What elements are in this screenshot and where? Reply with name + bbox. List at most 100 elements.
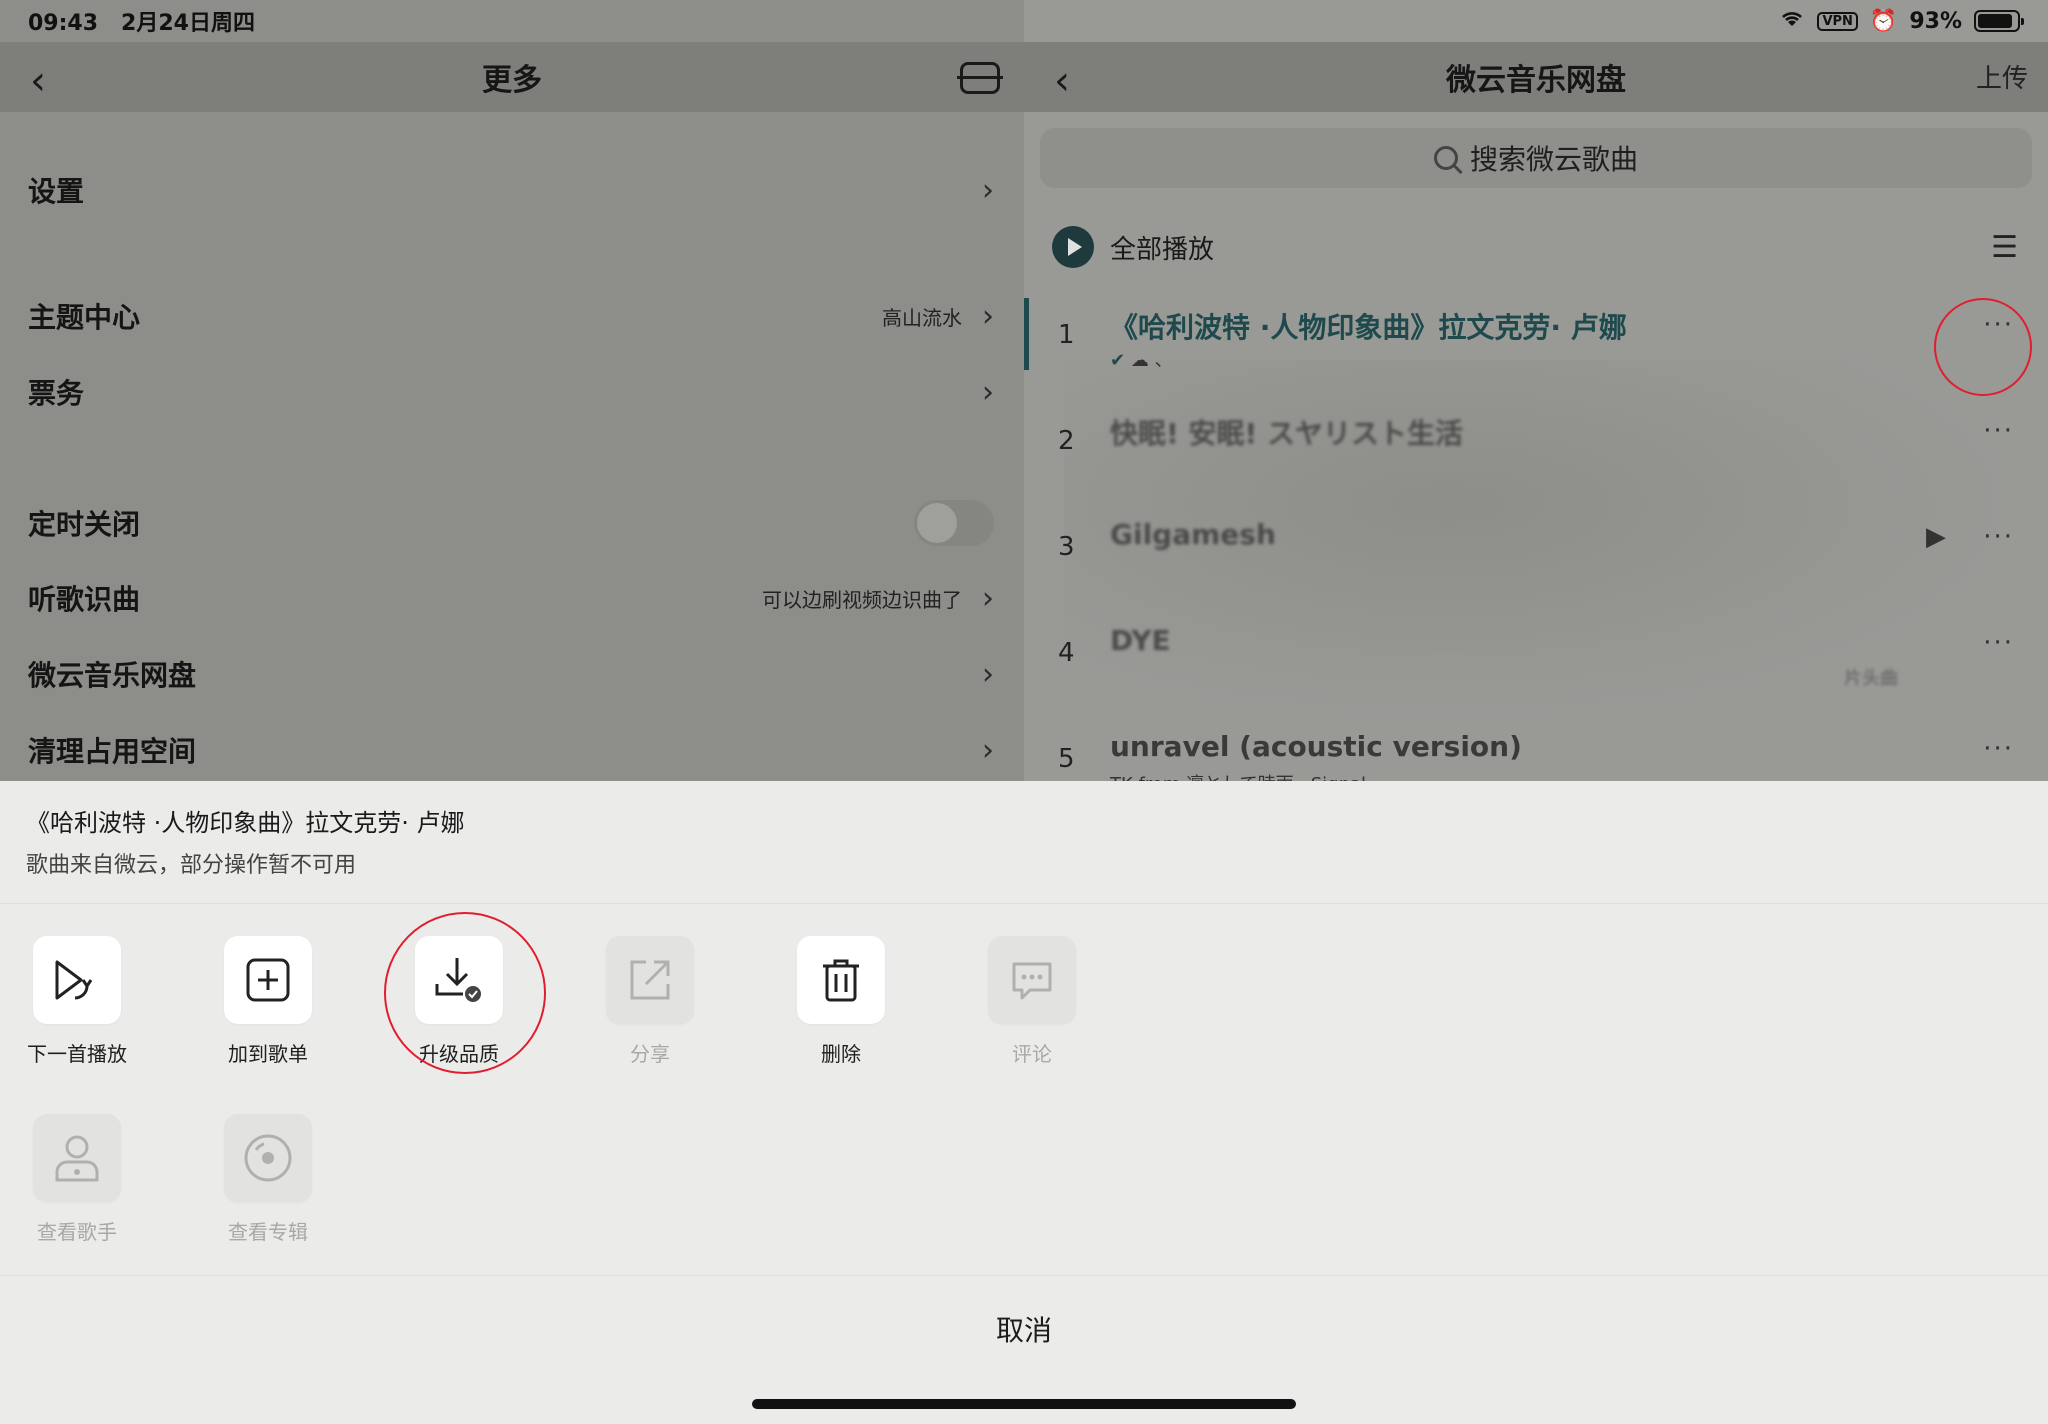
chevron-right-icon: › [982,656,994,692]
downloaded-check-icon: ✔ [1110,350,1126,371]
song-name: 《哈利波特 ·人物印象曲》拉文克劳· 卢娜 [1110,311,1627,344]
sleep-timer-toggle[interactable] [914,500,994,546]
status-left: 09:43 2月24日周四 [28,5,255,37]
more-navbar: ‹ 更多 [0,42,1024,112]
play-all-button[interactable]: 全部播放 [1052,226,1214,268]
video-icon[interactable]: ▶ [1926,522,1948,552]
more-icon[interactable]: ··· [1983,522,2014,552]
scan-icon [957,62,1003,94]
settings-row-weiyun[interactable]: 微云音乐网盘 › [28,654,994,694]
comment-icon [988,936,1076,1024]
trash-icon [797,936,885,1024]
search-placeholder: 搜索微云歌曲 [1469,143,1638,176]
alarm-icon: ⏰ [1869,8,1898,34]
add-to-playlist-icon [224,936,312,1024]
action-label: 删除 [821,1042,861,1066]
row-label: 微云音乐网盘 [28,659,197,692]
back-chevron-icon[interactable]: ‹ [1054,58,1070,104]
song-sub: 片头曲 [1844,668,1898,689]
status-right: VPN ⏰ 93% [1779,8,2024,34]
highlight-ring-upgrade [384,912,546,1074]
row-value: 高山流水 [882,305,962,330]
row-label: 清理占用空间 [28,735,197,768]
song-name: unravel (acoustic version) [1110,730,1522,763]
play-all-label: 全部播放 [1110,234,1215,265]
more-icon[interactable]: ··· [1983,628,2014,658]
action-add-to-playlist[interactable]: 加到歌单 [203,936,333,1067]
song-row[interactable]: 3 Gilgamesh ▶ ··· [1024,512,2048,612]
cloud-icon: ☁ [1130,350,1149,371]
divider [0,1275,2048,1276]
vpn-badge: VPN [1817,11,1858,31]
song-number: 1 [1058,320,1075,350]
settings-row-tickets[interactable]: 票务 › [28,372,994,412]
action-label: 分享 [630,1042,670,1066]
scan-button[interactable] [957,62,1003,94]
action-play-next[interactable]: 下一首播放 [12,936,142,1067]
album-icon [224,1114,312,1202]
song-number: 3 [1058,532,1075,562]
settings-row-theme[interactable]: 主题中心 高山流水 › [28,296,994,336]
highlight-ring-more [1934,298,2032,396]
song-name: DYE [1110,624,1171,657]
share-icon [606,936,694,1024]
song-number: 2 [1058,426,1075,456]
play-next-icon [33,936,121,1024]
chevron-right-icon: › [982,172,994,208]
row-label: 定时关闭 [28,508,141,541]
page-title: 更多 [482,63,542,98]
song-row[interactable]: 4 DYE 片头曲 ··· [1024,618,2048,718]
upload-button[interactable]: 上传 [1976,58,2028,95]
action-label: 查看专辑 [228,1220,308,1244]
action-label: 评论 [1012,1042,1052,1066]
row-label: 听歌识曲 [28,583,141,616]
sheet-note: 歌曲来自微云，部分操作暂不可用 [26,853,357,878]
action-label: 加到歌单 [228,1042,308,1066]
song-sub: 、 [1154,350,1173,371]
search-input[interactable]: 搜索微云歌曲 [1040,128,2032,188]
action-view-album: 查看专辑 [203,1114,333,1245]
page-title: 微云音乐网盘 [1446,63,1626,98]
cancel-button[interactable]: 取消 [0,1309,2048,1349]
status-bar: 09:43 2月24日周四 VPN ⏰ 93% [0,0,2048,42]
sheet-song-title: 《哈利波特 ·人物印象曲》拉文克劳· 卢娜 [26,809,465,837]
list-mode-icon[interactable]: ☰ [1991,230,2018,265]
artist-icon [33,1114,121,1202]
row-label: 票务 [28,377,85,410]
chevron-right-icon: › [982,374,994,410]
settings-row-settings[interactable]: 设置 › [28,170,994,210]
action-sheet: 《哈利波特 ·人物印象曲》拉文克劳· 卢娜 歌曲来自微云，部分操作暂不可用 下一… [0,781,2048,1424]
action-share: 分享 [585,936,715,1067]
song-number: 5 [1058,744,1075,774]
row-label: 主题中心 [28,301,141,334]
search-icon [1433,146,1458,170]
song-meta: ✔ ☁ 、 [1110,346,1173,372]
song-number: 4 [1058,638,1075,668]
back-chevron-icon[interactable]: ‹ [30,58,46,104]
row-value: 可以边刷视频边识曲了 [762,587,962,612]
chevron-right-icon: › [982,580,994,616]
more-icon[interactable]: ··· [1983,416,2014,446]
song-row[interactable]: 2 快眠! 安眠! スヤリスト生活 ··· [1024,406,2048,506]
wifi-icon [1779,8,1805,34]
play-icon [1052,226,1094,268]
chevron-right-icon: › [982,732,994,768]
settings-row-recognize[interactable]: 听歌识曲 可以边刷视频边识曲了 › [28,578,994,618]
status-date: 2月24日周四 [121,11,255,36]
more-icon[interactable]: ··· [1983,734,2014,764]
settings-row-clean[interactable]: 清理占用空间 › [28,730,994,770]
action-view-artist: 查看歌手 [12,1114,142,1245]
battery-percent: 93% [1909,8,1962,34]
home-indicator[interactable] [752,1399,1296,1409]
song-name: Gilgamesh [1110,518,1276,551]
action-delete[interactable]: 删除 [776,936,906,1067]
action-label: 查看歌手 [37,1220,117,1244]
row-label: 设置 [28,175,85,208]
action-comment: 评论 [967,936,1097,1067]
chevron-right-icon: › [982,298,994,334]
action-label: 下一首播放 [27,1042,127,1066]
divider [0,903,2048,904]
song-name: 快眠! 安眠! スヤリスト生活 [1110,417,1464,450]
song-row[interactable]: 1 《哈利波特 ·人物印象曲》拉文克劳· 卢娜 ✔ ☁ 、 ··· [1024,300,2048,400]
weiyun-navbar: ‹ 微云音乐网盘 上传 [1024,42,2048,112]
